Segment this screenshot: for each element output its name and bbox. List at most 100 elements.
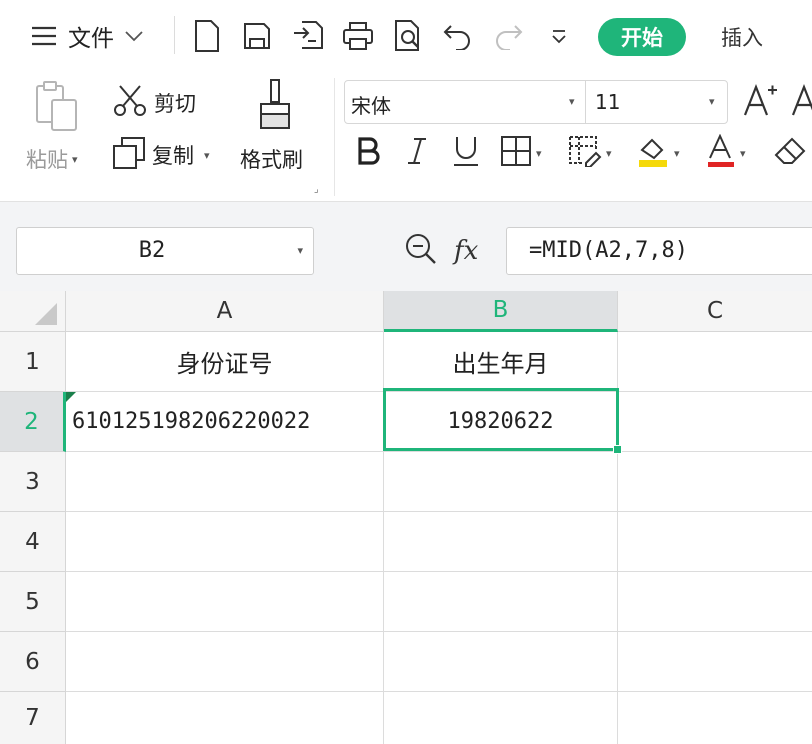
name-box-value: B2 [138,238,166,263]
decrease-font-size-button[interactable] [790,82,812,122]
cell-b4[interactable] [384,512,618,572]
row-header-3[interactable]: 3 [0,452,66,512]
cell-a6[interactable] [66,632,384,692]
paste-label: 粘贴 [26,148,68,172]
new-file-button[interactable] [190,14,224,58]
column-header-b[interactable]: B [384,291,618,332]
row-header-5[interactable]: 5 [0,572,66,632]
cell-c7[interactable] [618,692,812,744]
cell-b2[interactable]: 19820622 [384,392,618,452]
number-as-text-indicator-icon [66,392,76,402]
cell-b6[interactable] [384,632,618,692]
row-header-4[interactable]: 4 [0,512,66,572]
paste-icon-button[interactable] [32,80,82,138]
redo-icon [492,22,524,50]
tab-insert[interactable]: 插入 [710,18,774,56]
cell-a7[interactable] [66,692,384,744]
borders-button[interactable]: ▾ [500,130,542,176]
cell-c3[interactable] [618,452,812,512]
file-menu-label: 文件 [68,26,114,52]
font-name-field[interactable]: 宋体 [351,90,391,119]
row-header-1[interactable]: 1 [0,332,66,392]
font-selector: 宋体 ▾ 11 ▾ [344,80,728,124]
clear-format-button[interactable] [774,130,808,176]
fill-color-button[interactable]: ▾ [636,130,680,176]
italic-button[interactable] [406,130,428,176]
select-all-corner[interactable] [0,291,66,332]
font-size-field[interactable]: 11 [595,90,620,114]
menu-bar: 文件 开始 插入 [0,0,812,70]
italic-icon [406,136,428,170]
cell-c5[interactable] [618,572,812,632]
underline-button[interactable] [452,130,480,176]
paste-button[interactable]: 粘贴 ▾ [26,144,78,174]
tab-home[interactable]: 开始 [598,18,686,56]
font-box-divider [585,81,586,123]
cell-style-dropdown-icon: ▾ [606,146,612,160]
name-box[interactable]: B2 ▾ [16,227,314,275]
cell-b3[interactable] [384,452,618,512]
chevron-down-icon [124,29,144,43]
select-all-triangle-icon [35,303,57,325]
export-pdf-button[interactable] [290,14,328,58]
formula-input[interactable]: =MID(A2,7,8) [506,227,812,275]
underline-icon [452,135,480,171]
cell-a3[interactable] [66,452,384,512]
cell-c1[interactable] [618,332,812,392]
undo-button[interactable] [440,14,476,58]
zoom-search-icon[interactable] [404,232,438,270]
bold-button[interactable] [356,130,382,176]
printer-icon [341,20,375,52]
format-painter-icon-button[interactable] [256,78,294,138]
borders-icon [500,135,532,171]
font-size-decrease-icon [790,82,812,122]
export-icon [292,19,326,53]
clipboard-launcher-icon[interactable]: ⌟ [314,184,319,195]
insert-function-button[interactable]: fx [454,236,478,266]
copy-button[interactable]: 复制 ▾ [112,136,210,174]
row-header-2[interactable]: 2 [0,392,66,452]
column-header-a[interactable]: A [66,291,384,332]
cell-a1[interactable]: 身份证号 [66,332,384,392]
font-color-icon [706,133,736,172]
ribbon: 粘贴 ▾ 剪切 复制 ▾ 格式刷 ⌟ 宋体 ▾ 11 ▾ ▾ ▾ ▾ ▾ [0,70,812,202]
cut-button[interactable]: 剪切 [112,84,196,122]
fill-bucket-icon [636,134,670,172]
cell-a2[interactable]: 610125198206220022 [66,392,384,452]
fill-color-dropdown-icon: ▾ [674,146,680,160]
new-document-icon [193,19,221,53]
cell-b1[interactable]: 出生年月 [384,332,618,392]
font-name-dropdown-icon[interactable]: ▾ [569,95,575,108]
font-color-button[interactable]: ▾ [706,130,746,176]
spreadsheet-grid: A B C 1 2 3 4 5 6 7 身份证号 出生年月 6101251982… [0,291,812,744]
column-header-c[interactable]: C [618,291,812,332]
cell-b5[interactable] [384,572,618,632]
print-button[interactable] [340,14,376,58]
row-header-7[interactable]: 7 [0,692,66,744]
cell-c4[interactable] [618,512,812,572]
quick-access-dropdown[interactable] [544,14,574,58]
eraser-icon [774,135,808,171]
cell-c6[interactable] [618,632,812,692]
name-box-dropdown-icon[interactable]: ▾ [297,244,303,257]
file-menu[interactable]: 文件 [30,14,160,58]
print-preview-button[interactable] [390,14,426,58]
row-header-6[interactable]: 6 [0,632,66,692]
cell-c2[interactable] [618,392,812,452]
formula-bar: B2 ▾ fx =MID(A2,7,8) [0,203,812,291]
brush-icon [256,78,294,138]
format-painter-button[interactable]: 格式刷 [240,144,303,174]
copy-label: 复制 [152,144,194,168]
copy-icon [112,136,146,174]
scissors-icon [112,84,148,122]
increase-font-size-button[interactable] [742,82,778,122]
redo-button[interactable] [490,14,526,58]
formula-tools: fx [404,227,478,275]
save-button[interactable] [240,14,274,58]
cell-style-button[interactable]: ▾ [568,130,612,176]
cell-a4[interactable] [66,512,384,572]
toolbar-divider [174,16,175,54]
cell-b7[interactable] [384,692,618,744]
cell-a5[interactable] [66,572,384,632]
font-size-dropdown-icon[interactable]: ▾ [709,95,715,108]
